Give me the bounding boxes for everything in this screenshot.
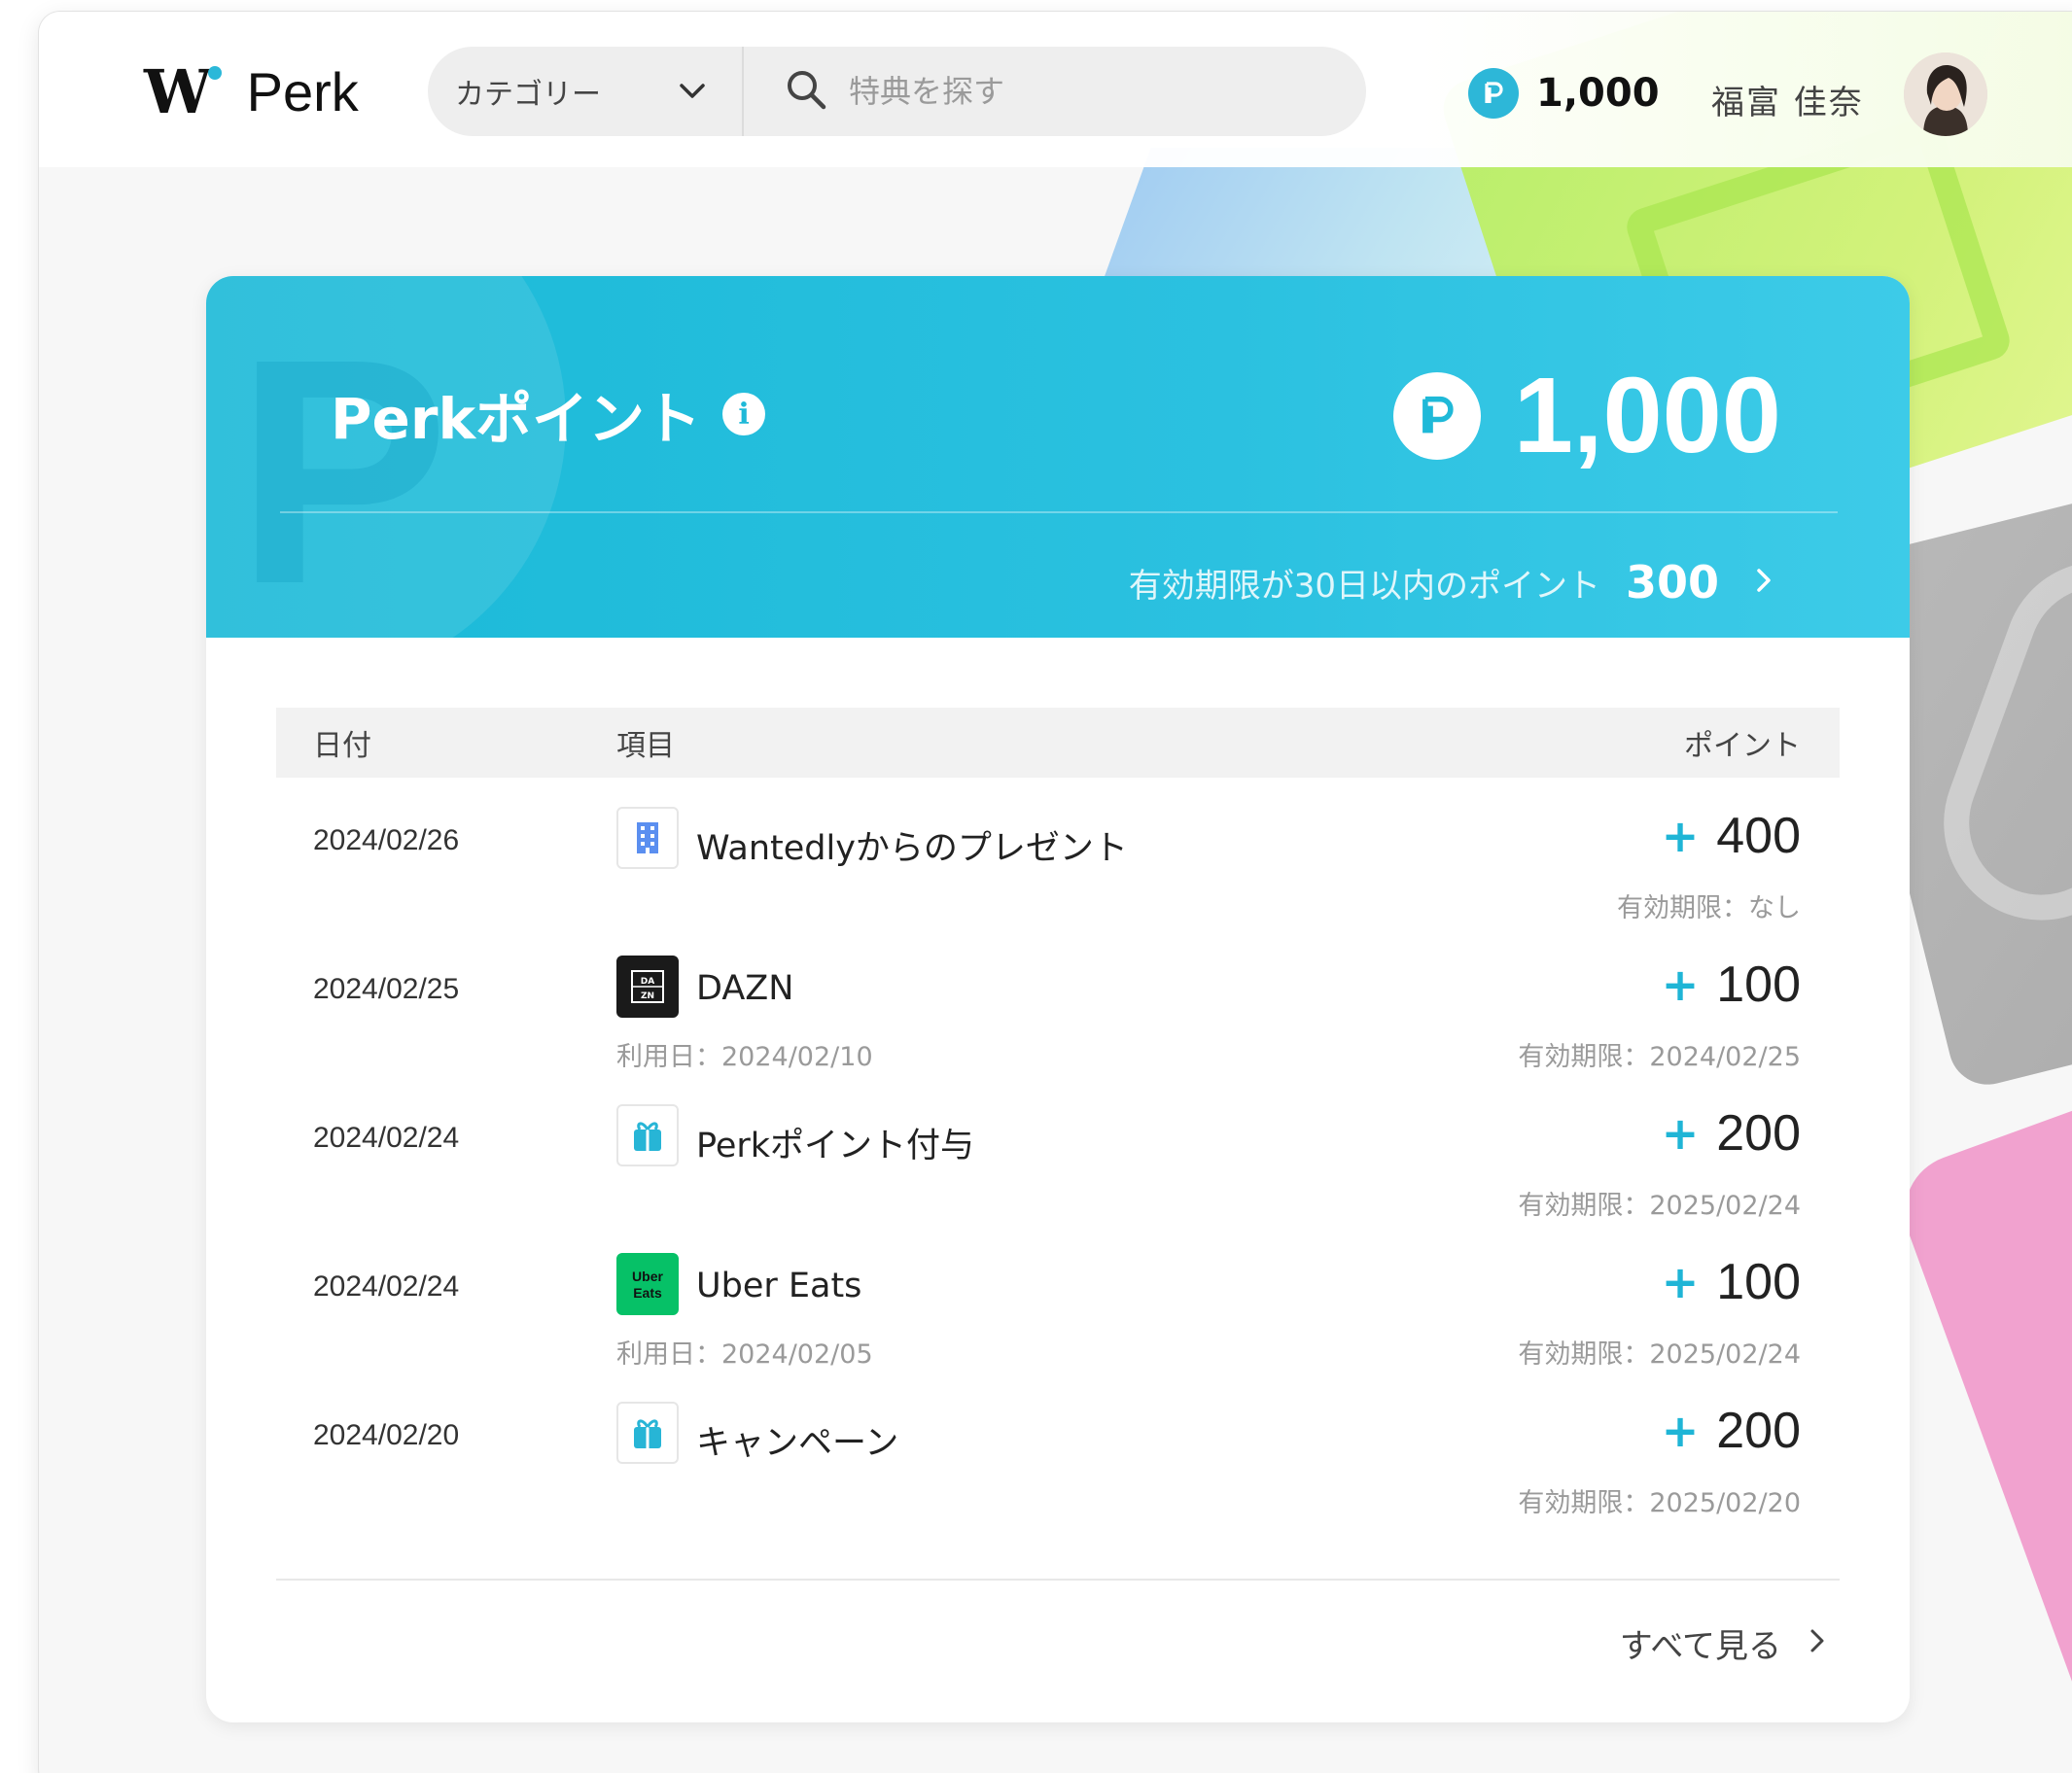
plus-sign: + [1661, 958, 1700, 1011]
svg-text:Eats: Eats [633, 1285, 662, 1301]
row-item-sub: 利用日：2024/02/10 [616, 1042, 873, 1072]
expiring-points-value: 300 [1625, 556, 1719, 608]
table-row[interactable]: 2024/02/26 Wantedlyからのプレゼント + 400 有効期限：な… [276, 778, 1840, 926]
search-icon [785, 68, 827, 115]
svg-text:DA: DA [641, 977, 654, 987]
gift-icon [616, 1402, 679, 1464]
row-item-name: Wantedlyからのプレゼント [696, 829, 1128, 868]
row-expiry: 有効期限：2025/02/24 [1518, 1339, 1801, 1370]
plus-sign: + [1661, 1256, 1700, 1308]
plus-sign: + [1661, 810, 1700, 862]
header-points-value: 1,000 [1536, 71, 1660, 116]
logo-text: Perk [246, 61, 359, 122]
top-header: W Perk カテゴリー 1,000 [39, 12, 2072, 167]
row-date: 2024/02/20 [313, 1419, 460, 1451]
perk-point-icon [1392, 371, 1481, 460]
search-input[interactable] [849, 73, 1316, 110]
plus-sign: + [1661, 1107, 1700, 1160]
logo-dot [207, 66, 222, 80]
row-points: + 200 [1662, 1104, 1801, 1163]
summary-divider [280, 511, 1838, 513]
row-points: + 100 [1662, 1253, 1801, 1311]
table-divider [276, 1579, 1840, 1581]
row-points-value: 200 [1716, 1403, 1801, 1459]
row-item-name: キャンペーン [696, 1424, 899, 1463]
search-field [744, 68, 1366, 115]
perk-point-icon [1468, 68, 1519, 119]
see-all-link[interactable]: すべて見る [1620, 1619, 1826, 1667]
svg-text:ZN: ZN [641, 991, 654, 1001]
points-summary: P Perkポイント i 1,000 有効期限が30日以内のポイント 300 [206, 276, 1910, 638]
row-points-value: 100 [1716, 1254, 1801, 1310]
info-icon[interactable]: i [722, 393, 766, 435]
row-expiry: 有効期限：2024/02/25 [1518, 1042, 1801, 1072]
row-points-value: 100 [1716, 956, 1801, 1013]
category-dropdown-label: カテゴリー [455, 78, 601, 112]
row-points-value: 400 [1716, 808, 1801, 864]
column-header-date: 日付 [313, 729, 371, 763]
gift-icon [616, 1104, 679, 1166]
dazn-logo-icon: DA ZN [616, 956, 679, 1018]
perk-logo[interactable]: W Perk [144, 62, 359, 122]
table-header: 日付 項目 ポイント [276, 708, 1840, 778]
wantedly-logo-mark: W [144, 62, 222, 122]
svg-text:Uber: Uber [632, 1269, 663, 1284]
row-date: 2024/02/25 [313, 973, 460, 1005]
search-bar: カテゴリー [428, 47, 1366, 136]
user-name[interactable]: 福富 佳奈 [1711, 76, 1864, 123]
row-date: 2024/02/24 [313, 1122, 460, 1154]
row-expiry: 有効期限：2025/02/24 [1518, 1191, 1801, 1221]
row-points-value: 200 [1716, 1105, 1801, 1162]
background-shape-pink [1888, 1044, 2072, 1773]
row-item-name: Uber Eats [696, 1267, 862, 1305]
points-title-text: Perkポイント [331, 386, 702, 452]
header-points[interactable]: 1,000 [1468, 68, 1660, 119]
row-points: + 100 [1662, 956, 1801, 1014]
row-points: + 400 [1662, 807, 1801, 865]
column-header-points: ポイント [1684, 729, 1801, 763]
row-item-name: DAZN [696, 969, 794, 1008]
logo-mark-letter: W [144, 56, 212, 127]
table-row[interactable]: 2024/02/24 Perkポイント付与 + 200 有効期限：2025/02… [276, 1075, 1840, 1224]
category-dropdown[interactable]: カテゴリー [428, 47, 744, 136]
row-item-name: Perkポイント付与 [696, 1127, 975, 1165]
expiring-points-label: 有効期限が30日以内のポイント [1128, 566, 1600, 606]
uber-eats-logo-icon: Uber Eats [616, 1253, 679, 1315]
row-expiry: 有効期限：2025/02/20 [1518, 1488, 1801, 1518]
see-all-label: すべて見る [1619, 1627, 1781, 1666]
chevron-down-icon [678, 75, 707, 109]
table-row[interactable]: 2024/02/25 DA ZN DAZN 利用日：2024/02/10 + 10… [276, 926, 1840, 1075]
points-card: P Perkポイント i 1,000 有効期限が30日以内のポイント 300 日… [206, 276, 1910, 1722]
app-window: W Perk カテゴリー 1,000 [39, 12, 2072, 1773]
chevron-right-icon [1809, 1624, 1826, 1663]
avatar[interactable] [1904, 52, 1987, 136]
points-history-table: 日付 項目 ポイント 2024/02/26 Wantedlyからのプレゼント +… [276, 708, 1840, 1521]
row-expiry: 有効期限：なし [1617, 893, 1801, 923]
plus-sign: + [1661, 1405, 1700, 1457]
row-points: + 200 [1662, 1402, 1801, 1460]
table-row[interactable]: 2024/02/20 キャンペーン + 200 有効期限：2025/02/20 [276, 1373, 1840, 1521]
total-points-value: 1,000 [1513, 356, 1781, 475]
row-date: 2024/02/24 [313, 1270, 460, 1303]
expiring-points-link[interactable]: 有効期限が30日以内のポイント 300 [1129, 556, 1773, 608]
total-points: 1,000 [1392, 354, 1781, 477]
decorative-p-mark: P [235, 292, 450, 638]
column-header-item: 項目 [616, 729, 675, 763]
row-date: 2024/02/26 [313, 824, 460, 856]
building-icon [616, 807, 679, 869]
points-title: Perkポイント i [331, 373, 766, 455]
table-row[interactable]: 2024/02/24 Uber Eats Uber Eats 利用日：2024/0… [276, 1224, 1840, 1373]
row-item-sub: 利用日：2024/02/05 [616, 1339, 873, 1370]
chevron-right-icon [1754, 566, 1773, 599]
